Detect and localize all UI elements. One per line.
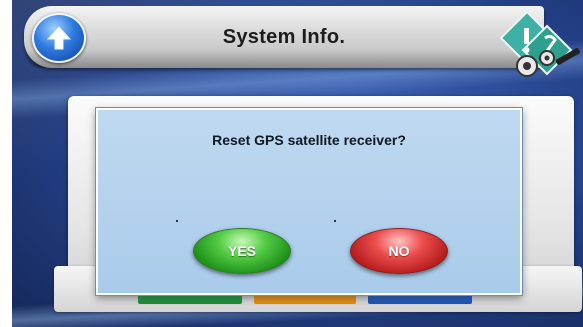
dialog-dot (334, 220, 336, 222)
settings-gears-icon[interactable] (497, 8, 583, 84)
header-shadow (24, 50, 544, 68)
back-button[interactable] (32, 13, 86, 63)
yes-button[interactable]: YES (193, 228, 291, 274)
dialog-dot (176, 220, 178, 222)
no-button[interactable]: NO (350, 228, 448, 274)
page-title: System Info. (222, 26, 346, 48)
confirm-dialog: Reset GPS satellite receiver? YES NO (96, 108, 522, 295)
up-arrow-icon (46, 26, 72, 50)
dialog-message: Reset GPS satellite receiver? (212, 132, 406, 148)
